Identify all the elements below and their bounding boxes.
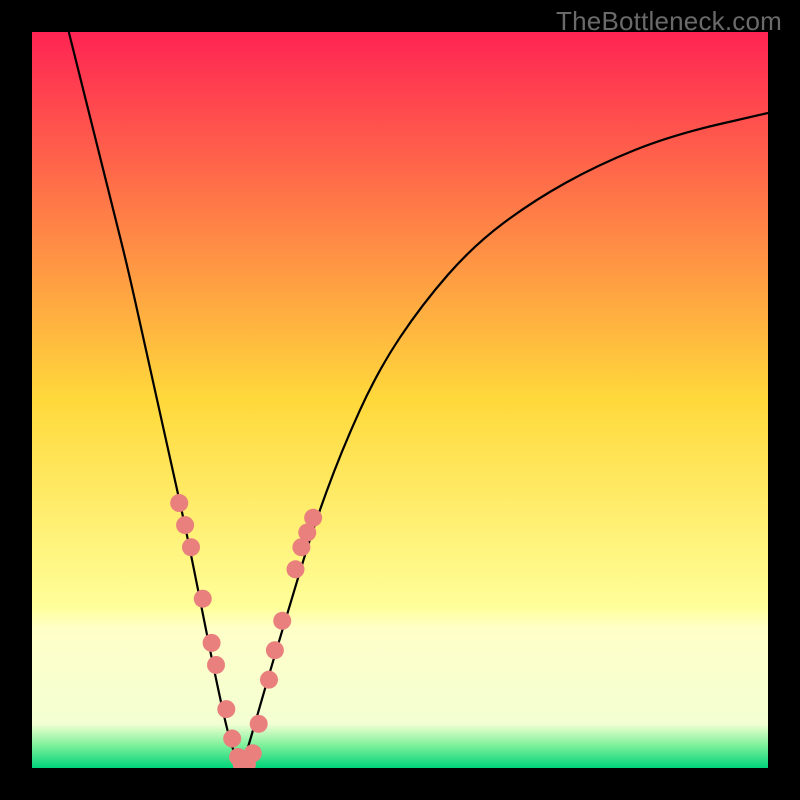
marker-dot	[207, 656, 225, 674]
marker-dot	[250, 715, 268, 733]
marker-dot	[194, 590, 212, 608]
marker-dot	[217, 700, 235, 718]
marker-dot	[286, 560, 304, 578]
watermark-text: TheBottleneck.com	[556, 6, 782, 37]
chart-frame: TheBottleneck.com	[0, 0, 800, 800]
marker-dot	[273, 612, 291, 630]
marker-dot	[223, 730, 241, 748]
marker-dot	[176, 516, 194, 534]
marker-dot	[244, 744, 262, 762]
marker-dot	[266, 641, 284, 659]
marker-dot	[170, 494, 188, 512]
marker-dot	[203, 634, 221, 652]
plot-area	[32, 32, 768, 768]
plot-svg	[32, 32, 768, 768]
marker-dot	[182, 538, 200, 556]
marker-dot	[260, 671, 278, 689]
marker-dot	[304, 509, 322, 527]
